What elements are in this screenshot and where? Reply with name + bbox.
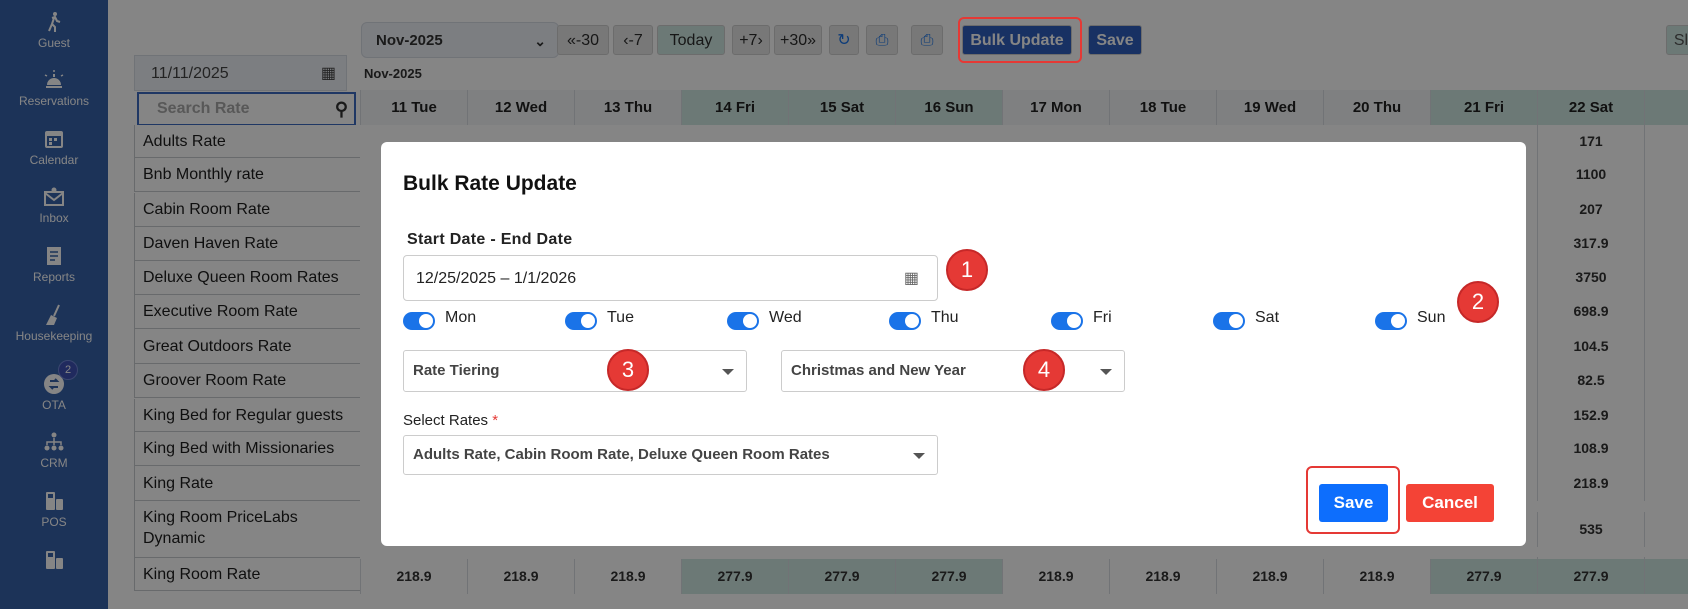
callout-2: 2 [1457, 281, 1499, 323]
toggle-tue[interactable]: Tue [565, 309, 685, 335]
toggle-label: Mon [445, 309, 477, 326]
required-asterisk: * [492, 412, 499, 429]
app-root: Guest Reservations Calendar Inbox Report… [0, 0, 1688, 609]
season-value: Christmas and New Year [791, 362, 966, 379]
toggle-mon[interactable]: Mon [403, 309, 523, 335]
date-range-label: Start Date - End Date [407, 231, 573, 248]
select-rates-label: Select Rates * [403, 412, 498, 429]
date-range-input[interactable]: 12/25/2025 – 1/1/2026 ▦ [403, 255, 938, 301]
caret-down-icon [913, 453, 925, 459]
select-rates-text: Select Rates [403, 412, 489, 429]
modal-cancel-button[interactable]: Cancel [1406, 484, 1494, 522]
toggle-label: Sun [1417, 309, 1446, 326]
rate-tiering-value: Rate Tiering [413, 362, 500, 379]
toggle-label: Sat [1255, 309, 1280, 326]
rate-tiering-select[interactable]: Rate Tiering [403, 350, 747, 392]
toggle-switch[interactable] [1375, 312, 1407, 330]
toggle-label: Thu [931, 309, 959, 326]
calendar-icon[interactable]: ▦ [904, 256, 919, 302]
toggle-sat[interactable]: Sat [1213, 309, 1333, 335]
season-select[interactable]: Christmas and New Year [781, 350, 1125, 392]
toggle-switch[interactable] [727, 312, 759, 330]
callout-4: 4 [1023, 349, 1065, 391]
callout-1: 1 [946, 249, 988, 291]
select-rates-dropdown[interactable]: Adults Rate, Cabin Room Rate, Deluxe Que… [403, 435, 938, 475]
toggle-label: Fri [1093, 309, 1112, 326]
callout-3: 3 [607, 349, 649, 391]
toggle-switch[interactable] [565, 312, 597, 330]
toggle-switch[interactable] [1051, 312, 1083, 330]
toggle-switch[interactable] [403, 312, 435, 330]
caret-down-icon [1100, 369, 1112, 375]
toggle-thu[interactable]: Thu [889, 309, 1009, 335]
toggle-fri[interactable]: Fri [1051, 309, 1171, 335]
modal-title: Bulk Rate Update [403, 172, 577, 195]
date-range-value: 12/25/2025 – 1/1/2026 [416, 270, 577, 287]
toggle-label: Wed [769, 309, 802, 326]
save-highlight [1306, 466, 1400, 534]
toggle-switch[interactable] [889, 312, 921, 330]
toggle-label: Tue [607, 309, 634, 326]
bulk-update-highlight [958, 17, 1082, 63]
caret-down-icon [722, 369, 734, 375]
toggle-switch[interactable] [1213, 312, 1245, 330]
toggle-wed[interactable]: Wed [727, 309, 847, 335]
select-rates-value: Adults Rate, Cabin Room Rate, Deluxe Que… [413, 446, 830, 463]
